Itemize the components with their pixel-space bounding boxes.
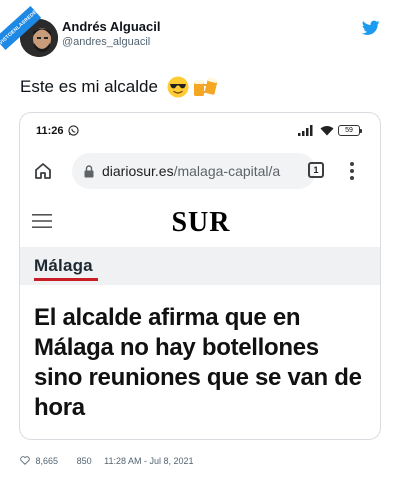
tweet-text: Este es mi alcalde [20,76,219,98]
signal-strength-icon [298,125,313,136]
site-header: SUR [20,199,380,247]
section-link[interactable]: Málaga [34,256,93,276]
url-text: diariosur.es/malaga-capital/a [102,163,280,179]
author-name[interactable]: Andrés Alguacil [62,19,160,34]
whatsapp-icon [68,125,79,136]
battery-indicator: 59 [338,125,362,136]
article-headline[interactable]: El alcalde afirma que en Málaga no hay b… [34,303,370,423]
home-icon[interactable] [34,162,52,180]
author-handle[interactable]: @andres_alguacil [62,36,150,48]
section-underline [34,278,98,281]
reply-count: 850 [76,455,92,466]
url-domain: diariosur.es [102,163,174,179]
like-count: 8,665 [35,455,59,466]
tab-switcher-button[interactable]: 1 [308,162,324,178]
sunglasses-face-icon [167,76,189,98]
beer-mugs-icon [194,77,219,96]
lock-icon [84,165,94,178]
tweet-card: VISTOENLASREDES.com Andrés Alguacil @and… [0,0,400,482]
heart-icon[interactable] [20,456,30,465]
browser-url-bar: diariosur.es/malaga-capital/a 1 [20,147,380,195]
url-path: /malaga-capital/a [173,163,281,179]
site-logo[interactable]: SUR [20,207,380,239]
wifi-icon [320,126,334,136]
tweet-timestamp[interactable]: 11:28 AM - Jul 8, 2021 [104,456,193,466]
tweet-emojis [167,76,220,98]
section-band: Málaga [20,247,380,285]
status-time: 11:26 [36,125,64,137]
address-field[interactable]: diariosur.es/malaga-capital/a [72,153,316,189]
twitter-bird-icon[interactable] [362,20,380,36]
embedded-screenshot[interactable]: 11:26 59 diariosur.es/malaga-capital/a 1… [19,112,381,440]
tweet-footer: 8,665 850 11:28 AM - Jul 8, 2021 [20,455,194,466]
more-options-icon[interactable] [344,160,360,182]
phone-status-bar: 11:26 59 [20,113,380,143]
tweet-body: Este es mi alcalde [20,77,158,96]
